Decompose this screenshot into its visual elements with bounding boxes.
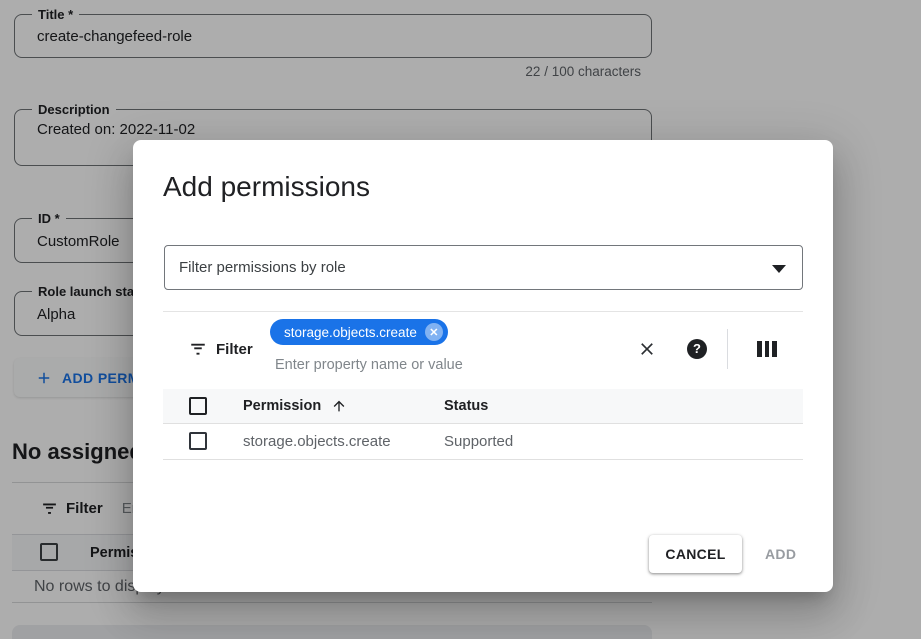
sort-ascending-icon[interactable] bbox=[331, 398, 347, 414]
clear-filters-icon[interactable] bbox=[637, 339, 657, 359]
add-permissions-dialog: Add permissions Filter permissions by ro… bbox=[133, 140, 833, 592]
screen: Title * create-changefeed-role 22 / 100 … bbox=[0, 0, 921, 639]
permissions-table-header: Permission Status bbox=[163, 389, 803, 424]
select-all-checkbox[interactable] bbox=[189, 397, 207, 415]
status-column-header[interactable]: Status bbox=[444, 389, 488, 423]
table-row[interactable]: storage.objects.create Supported bbox=[163, 424, 803, 460]
row-checkbox[interactable] bbox=[189, 432, 207, 450]
permission-column-header[interactable]: Permission bbox=[243, 389, 321, 423]
filter-chip[interactable]: storage.objects.create ✕ bbox=[270, 319, 448, 345]
divider bbox=[727, 329, 728, 369]
modal-filter-label: Filter bbox=[216, 341, 253, 358]
dialog-title: Add permissions bbox=[163, 171, 370, 203]
chip-remove-icon[interactable]: ✕ bbox=[425, 323, 443, 341]
divider bbox=[163, 311, 803, 312]
filter-chip-label: storage.objects.create bbox=[284, 325, 417, 340]
status-cell: Supported bbox=[444, 424, 513, 459]
help-icon[interactable]: ? bbox=[687, 339, 707, 359]
cancel-button[interactable]: CANCEL bbox=[649, 535, 742, 573]
permission-cell: storage.objects.create bbox=[243, 424, 391, 459]
column-options-icon[interactable] bbox=[757, 341, 777, 357]
role-filter-placeholder: Filter permissions by role bbox=[179, 259, 346, 276]
dropdown-arrow-icon bbox=[772, 265, 786, 273]
filter-funnel-icon bbox=[188, 340, 208, 358]
filter-permissions-by-role-dropdown[interactable]: Filter permissions by role bbox=[164, 245, 803, 290]
modal-filter-input[interactable]: Enter property name or value bbox=[275, 357, 463, 373]
add-button[interactable]: ADD bbox=[765, 535, 796, 573]
